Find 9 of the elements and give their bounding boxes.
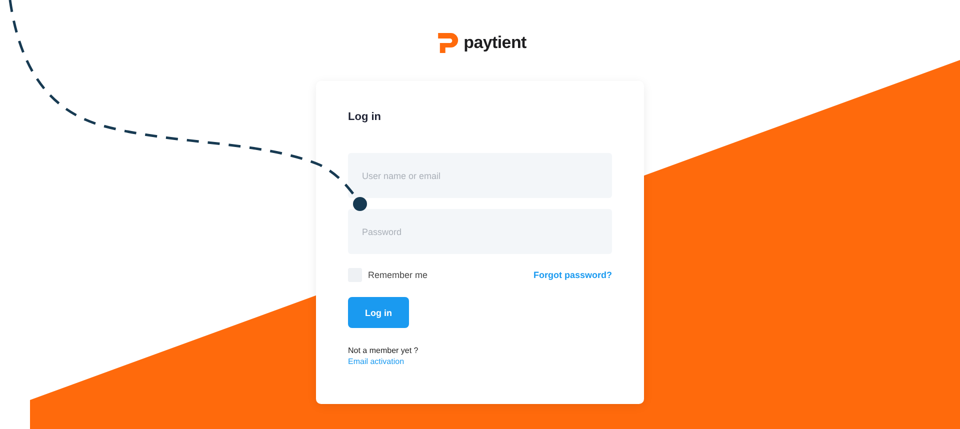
card-title: Log in [348,111,382,123]
input-field[interactable]: Password [348,209,612,254]
forgot-password-link[interactable]: Forgot password? [534,270,612,280]
email-activation-link[interactable]: Email activation [348,357,404,366]
logo-text: paytient [464,33,526,53]
input-field[interactable]: User name or email [348,153,612,198]
login-button[interactable]: Log in [348,297,409,328]
signup-prompt: Not a member yet ? [348,346,420,355]
checkbox-label: Remember me [368,270,428,280]
